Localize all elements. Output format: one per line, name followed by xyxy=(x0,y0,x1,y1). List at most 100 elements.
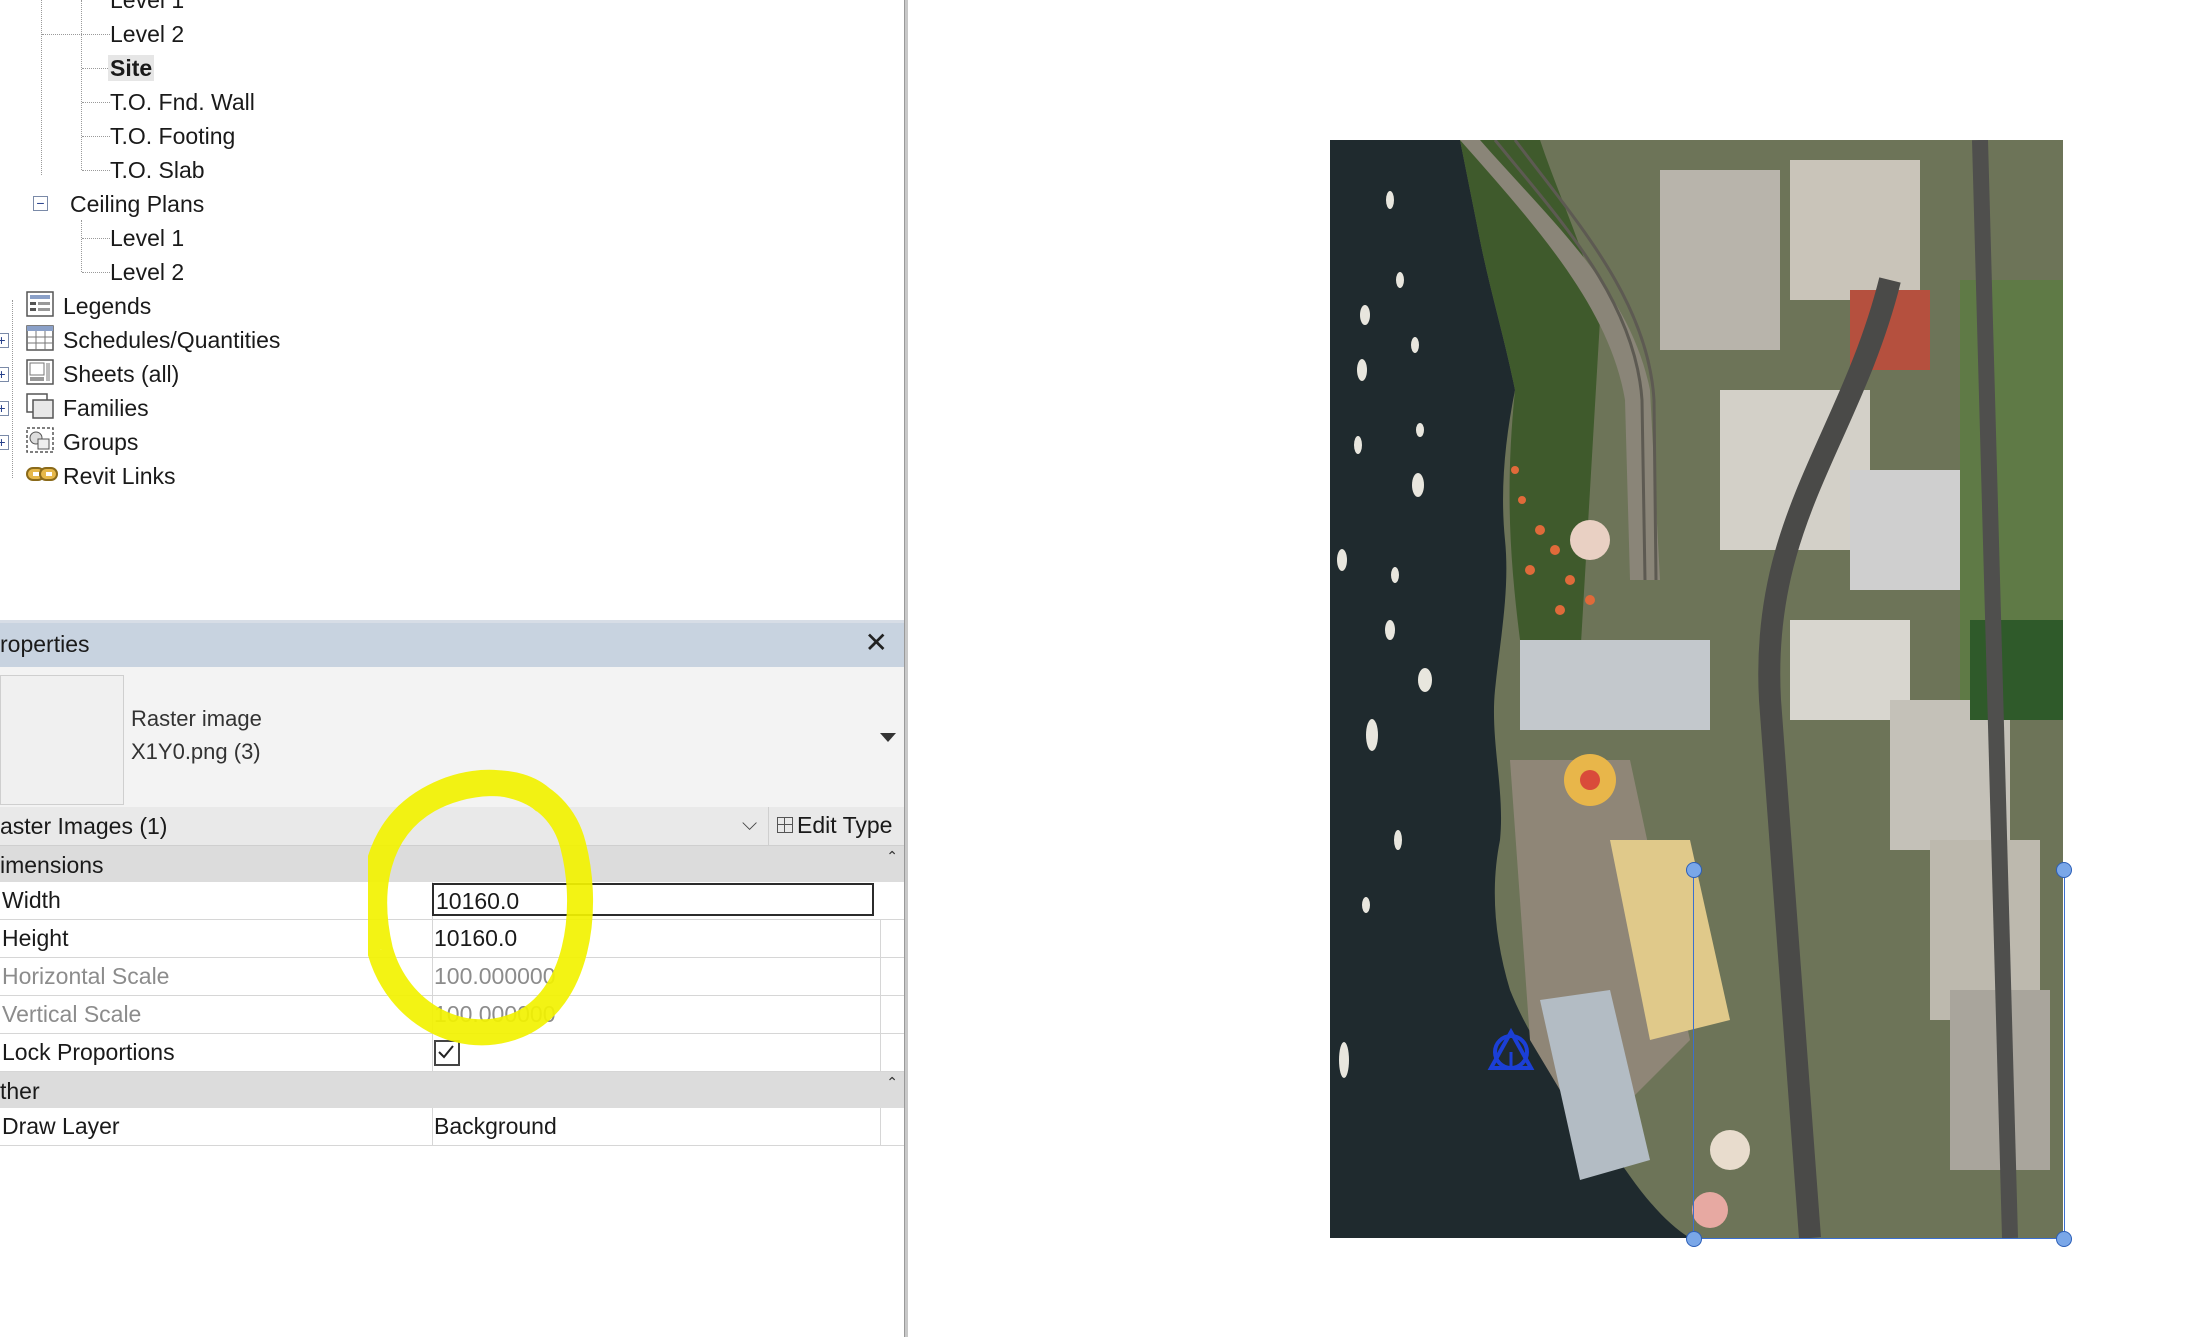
tree-connector xyxy=(82,272,110,273)
tree-connector xyxy=(82,136,110,137)
instance-filter-dropdown[interactable]: aster Images (1) ⌵ xyxy=(0,807,766,845)
height-field[interactable]: 10160.0 xyxy=(432,920,881,957)
instance-filter-label: aster Images (1) xyxy=(0,813,168,839)
properties-titlebar[interactable]: roperties ✕ xyxy=(0,620,904,669)
tree-item-label: Level 2 xyxy=(110,21,185,47)
type-name-label: X1Y0.png (3) xyxy=(131,739,261,764)
tree-item-label: T.O. Slab xyxy=(110,157,205,183)
tree-connector xyxy=(82,170,110,171)
property-row-draw-layer: Draw Layer Background xyxy=(0,1108,904,1146)
edit-type-icon xyxy=(777,817,793,833)
tree-connector xyxy=(82,102,110,103)
tree-item-ceiling-level-2[interactable]: Level 2 xyxy=(110,256,184,288)
tree-connector xyxy=(81,0,82,170)
tree-item-to-fnd-wall[interactable]: T.O. Fnd. Wall xyxy=(110,86,255,118)
edit-type-button[interactable]: Edit Type xyxy=(768,807,904,845)
survey-point-icon[interactable] xyxy=(1486,1028,1536,1074)
instance-filter-bar: aster Images (1) ⌵ Edit Type xyxy=(0,807,904,846)
chevron-down-icon: ⌵ xyxy=(742,813,758,835)
collapse-group-icon[interactable]: ⌃ xyxy=(886,1074,898,1091)
tree-item-ceiling-plans[interactable]: Ceiling Plans xyxy=(70,188,204,220)
draw-layer-field[interactable]: Background xyxy=(432,1108,881,1145)
grip-top-left[interactable] xyxy=(1686,862,1702,878)
properties-title: roperties xyxy=(0,631,90,657)
tree-item-groups[interactable]: Groups xyxy=(63,426,138,458)
aerial-photo xyxy=(1330,140,2063,1238)
collapse-group-icon[interactable]: ⌃ xyxy=(886,848,898,865)
tree-item-sheets[interactable]: Sheets (all) xyxy=(63,358,179,390)
group-icon xyxy=(26,427,54,453)
link-icon xyxy=(26,463,58,489)
tree-item-label: T.O. Footing xyxy=(110,123,236,149)
tree-item-ceiling-level-1[interactable]: Level 1 xyxy=(110,222,184,254)
drawing-area[interactable] xyxy=(908,0,2207,1337)
property-row-lock-proportions: Lock Proportions xyxy=(0,1034,904,1072)
tree-item-label: Revit Links xyxy=(63,463,176,489)
tree-item-level-2[interactable]: Level 2 xyxy=(110,18,184,50)
tree-item-site[interactable]: Site xyxy=(108,52,155,84)
check-icon xyxy=(438,1045,454,1059)
tree-item-label: Ceiling Plans xyxy=(70,191,205,217)
left-panel: Level 1 Level 2 Site T.O. Fnd. Wall T.O.… xyxy=(0,0,904,1337)
tree-item-label: Level 2 xyxy=(110,259,185,285)
horizontal-scale-field: 100.000000 xyxy=(432,958,881,995)
tree-item-families[interactable]: Families xyxy=(63,392,149,424)
tree-connector xyxy=(42,34,110,35)
tree-item-to-footing[interactable]: T.O. Footing xyxy=(110,120,235,152)
grip-bottom-left[interactable] xyxy=(1686,1231,1702,1247)
width-input[interactable]: 10160.0 xyxy=(432,883,874,916)
property-name: Draw Layer xyxy=(0,1108,433,1145)
tree-connector xyxy=(12,300,13,478)
tree-item-label: Level 1 xyxy=(110,225,185,251)
type-selector[interactable]: Raster image X1Y0.png (3) xyxy=(0,667,904,808)
close-icon[interactable]: ✕ xyxy=(865,629,888,657)
tree-connector xyxy=(41,0,42,175)
property-name: Height xyxy=(0,920,433,957)
group-title: ther xyxy=(0,1078,40,1104)
property-row-width: Width 10160.0 xyxy=(0,882,904,920)
tree-item-to-slab[interactable]: T.O. Slab xyxy=(110,154,205,186)
property-row-horizontal-scale: Horizontal Scale 100.000000 xyxy=(0,958,904,996)
expand-sheets-button[interactable]: + xyxy=(0,367,9,382)
property-name: Lock Proportions xyxy=(0,1034,433,1071)
property-row-vertical-scale: Vertical Scale 100.000000 xyxy=(0,996,904,1034)
tree-item-legends[interactable]: Legends xyxy=(63,290,151,322)
tree-item-label: Level 1 xyxy=(110,0,185,13)
family-icon xyxy=(26,393,54,419)
tree-connector xyxy=(82,68,110,69)
tree-item-label: Schedules/Quantities xyxy=(63,327,281,353)
property-name: Width xyxy=(0,882,433,919)
legend-icon xyxy=(26,291,54,317)
vertical-scale-field: 100.000000 xyxy=(432,996,881,1033)
grip-bottom-right[interactable] xyxy=(2056,1231,2072,1247)
tree-connector xyxy=(82,238,110,239)
sheet-icon xyxy=(26,359,54,385)
collapse-ceiling-plans-button[interactable]: − xyxy=(33,196,48,211)
tree-item-level-1[interactable]: Level 1 xyxy=(110,0,184,16)
group-title: imensions xyxy=(0,852,104,878)
tree-item-label: Site xyxy=(108,55,155,81)
lock-proportions-checkbox[interactable] xyxy=(434,1040,460,1066)
group-header-other[interactable]: ther ⌃ xyxy=(0,1072,904,1109)
expand-schedules-button[interactable]: + xyxy=(0,333,9,348)
tree-item-label: Legends xyxy=(63,293,152,319)
schedule-icon xyxy=(26,325,54,351)
type-family-label: Raster image xyxy=(131,706,262,731)
property-name: Vertical Scale xyxy=(0,996,433,1033)
tree-item-label: Groups xyxy=(63,429,139,455)
expand-groups-button[interactable]: + xyxy=(0,435,9,450)
tree-item-label: Families xyxy=(63,395,149,421)
tree-item-schedules[interactable]: Schedules/Quantities xyxy=(63,324,280,356)
expand-families-button[interactable]: + xyxy=(0,401,9,416)
edit-type-label: Edit Type xyxy=(797,812,893,838)
tree-item-label: T.O. Fnd. Wall xyxy=(110,89,255,115)
project-browser: Level 1 Level 2 Site T.O. Fnd. Wall T.O.… xyxy=(0,0,904,615)
grip-top-right[interactable] xyxy=(2056,862,2072,878)
type-preview-image xyxy=(0,675,124,805)
aerial-raster-image[interactable] xyxy=(1330,140,2063,1238)
tree-item-label: Sheets (all) xyxy=(63,361,180,387)
group-header-dimensions[interactable]: imensions ⌃ xyxy=(0,846,904,883)
dropdown-arrow-icon[interactable] xyxy=(880,733,896,742)
properties-palette: roperties ✕ Raster image X1Y0.png (3) as… xyxy=(0,620,904,1337)
tree-item-revit-links[interactable]: Revit Links xyxy=(63,460,175,492)
